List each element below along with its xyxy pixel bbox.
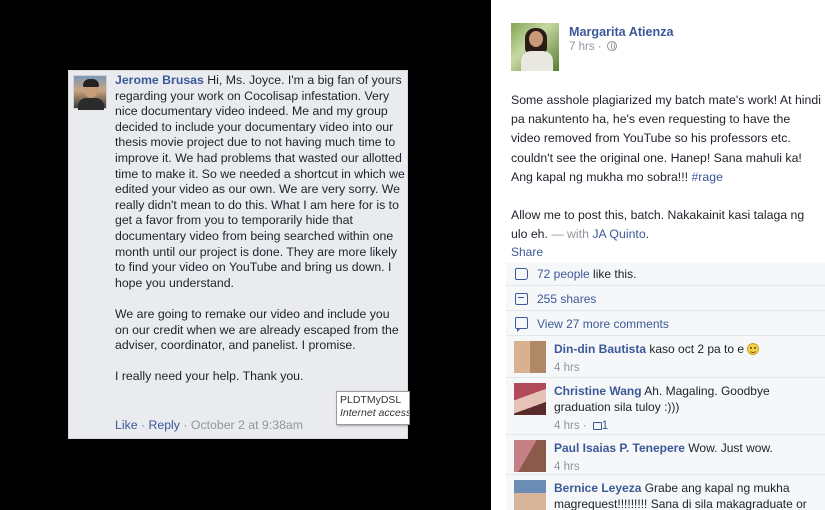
like-link[interactable]: Like (115, 418, 138, 432)
comment-item: Christine Wang Ah. Magaling. Goodbye gra… (506, 378, 825, 435)
commenter-avatar[interactable] (514, 383, 546, 415)
author-avatar[interactable] (511, 23, 559, 71)
tagged-friend-link[interactable]: JA Quinto (592, 227, 645, 241)
network-tooltip: PLDTMyDSL Internet access (336, 391, 410, 425)
post-author[interactable]: Margarita Atienza (569, 25, 674, 39)
comment-time[interactable]: 4 hrs · (554, 420, 590, 432)
thumbs-up-icon (515, 268, 528, 280)
commenter-name[interactable]: Christine Wang (554, 384, 642, 398)
share-link[interactable]: Share (511, 245, 543, 259)
commenter-name[interactable]: Din-din Bautista (554, 342, 646, 356)
comment-text: Wow. Just wow. (684, 441, 773, 455)
sender-avatar[interactable] (73, 75, 107, 110)
shares-count-link[interactable]: 255 shares (537, 292, 596, 306)
likes-count-link[interactable]: 72 people (537, 267, 590, 281)
commenter-avatar[interactable] (514, 480, 546, 510)
likes-row: 72 people like this. (506, 263, 825, 286)
message-paragraph-3: I really need your help. Thank you. (115, 369, 304, 384)
comment-time[interactable]: 4 hrs (554, 360, 822, 376)
commenter-name[interactable]: Bernice Leyeza (554, 481, 641, 495)
tooltip-title: PLDTMyDSL (340, 394, 402, 406)
comment-item: Paul Isaias P. Tenepere Wow. Just wow. 4… (506, 435, 825, 475)
globe-icon[interactable] (606, 41, 617, 51)
commenter-avatar[interactable] (514, 440, 546, 472)
comment-item: Bernice Leyeza Grabe ang kapal ng mukha … (506, 475, 825, 510)
post-body: Some asshole plagiarized my batch mate's… (511, 93, 821, 242)
post-timestamp: 7 hrs · (569, 41, 617, 53)
comment-bubble-icon (515, 317, 528, 332)
commenter-avatar[interactable] (514, 341, 546, 373)
like-icon (592, 422, 602, 430)
comment-item: Din-din Bautista kaso oct 2 pa to e 4 hr… (506, 336, 825, 378)
message-actions: Like · Reply · October 2 at 9:38am (115, 418, 303, 432)
message-date[interactable]: October 2 at 9:38am (191, 418, 303, 432)
comment-like-count[interactable]: 1 (602, 420, 608, 432)
tooltip-subtitle: Internet access (340, 407, 410, 419)
hashtag-link[interactable]: #rage (691, 170, 722, 184)
comment-text: kaso oct 2 pa to e (646, 342, 748, 356)
message-body: Jerome Brusas Hi, Ms. Joyce. I'm a big f… (115, 73, 405, 400)
smiley-emoji-icon (747, 343, 760, 355)
share-icon (515, 293, 528, 305)
message-panel: Jerome Brusas Hi, Ms. Joyce. I'm a big f… (68, 70, 410, 439)
view-more-row: View 27 more comments (506, 311, 825, 336)
commenter-name[interactable]: Paul Isaias P. Tenepere (554, 441, 685, 455)
reply-link[interactable]: Reply (149, 418, 180, 432)
comment-time[interactable]: 4 hrs (554, 459, 822, 475)
post-text-main: Some asshole plagiarized my batch mate's… (511, 93, 821, 184)
message-paragraph-2: We are going to remake our video and inc… (115, 306, 399, 353)
message-paragraph-1: Hi, Ms. Joyce. I'm a big fan of yours re… (115, 73, 405, 290)
screenshot-canvas: Jerome Brusas Hi, Ms. Joyce. I'm a big f… (0, 0, 825, 510)
view-more-comments-link[interactable]: View 27 more comments (537, 317, 669, 331)
shares-row: 255 shares (506, 287, 825, 311)
feedback-section: 72 people like this. 255 shares View 27 … (506, 263, 825, 510)
sender-name[interactable]: Jerome Brusas (115, 73, 204, 87)
